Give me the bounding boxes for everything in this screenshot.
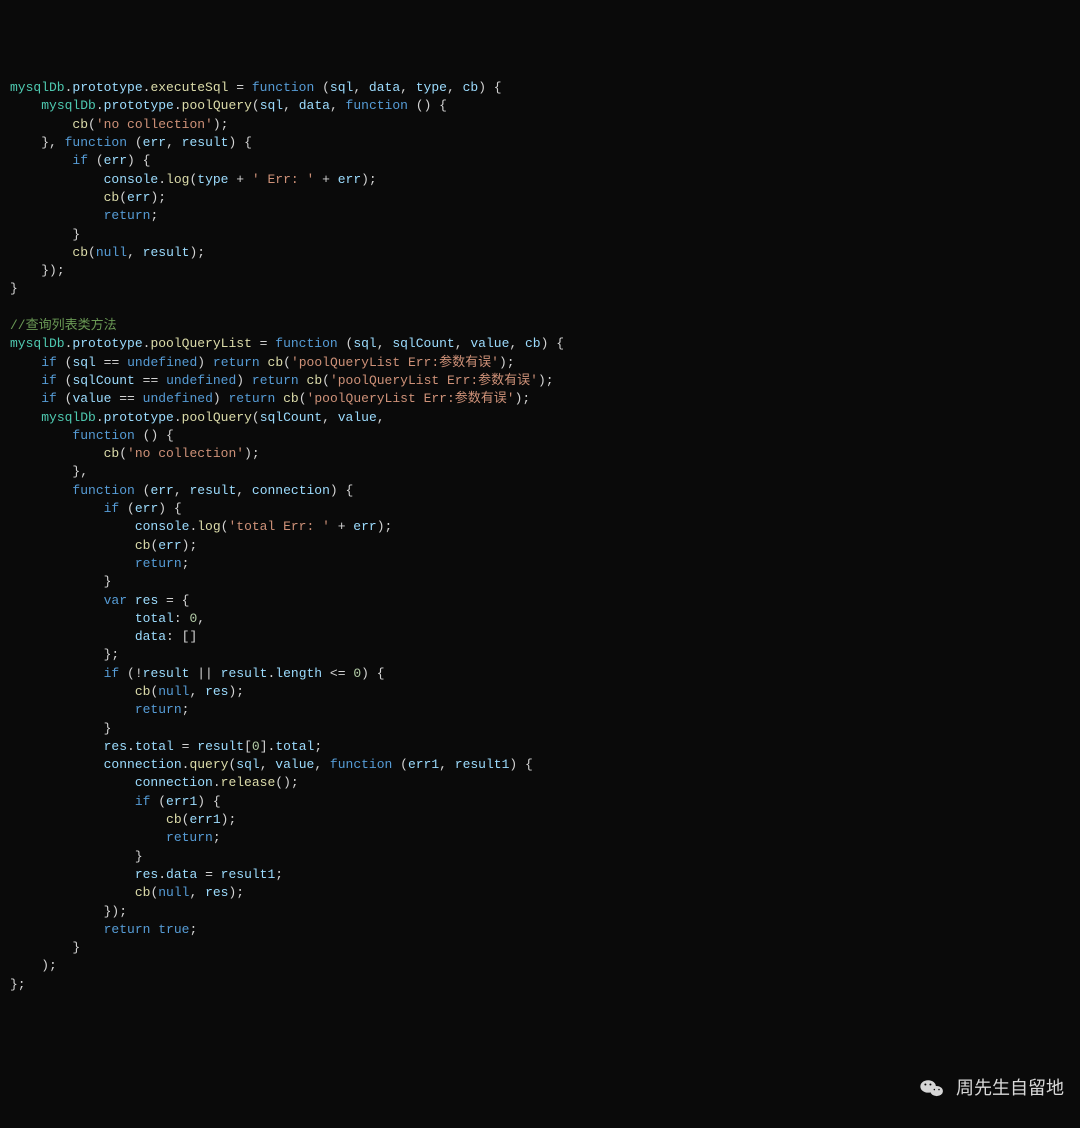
wechat-icon [918, 1074, 946, 1102]
watermark-text: 周先生自留地 [956, 1079, 1064, 1097]
code-block: mysqlDb.prototype.executeSql = function … [10, 79, 1070, 994]
watermark: 周先生自留地 [918, 1074, 1064, 1102]
